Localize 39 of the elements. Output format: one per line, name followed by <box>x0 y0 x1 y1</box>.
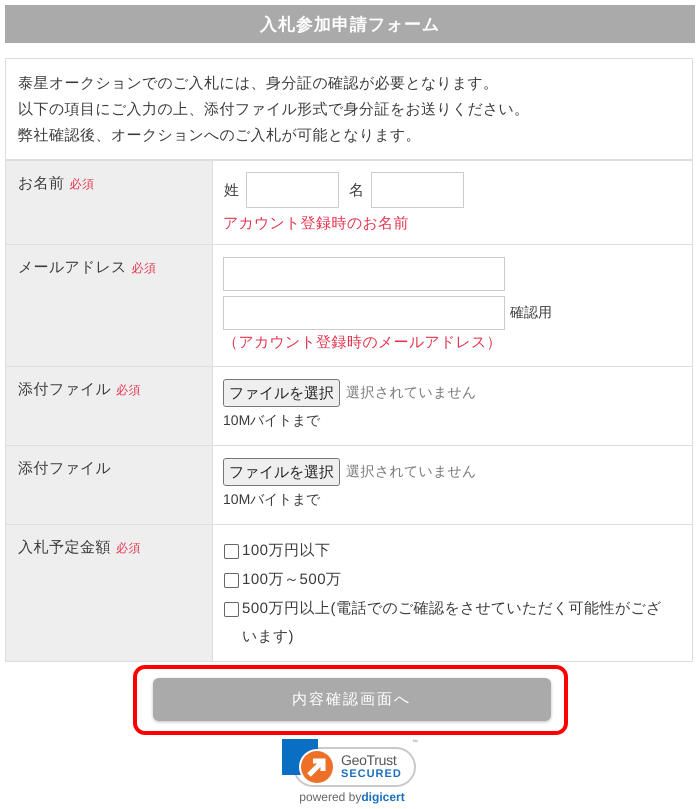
file-select-button[interactable]: ファイルを選択 <box>223 379 340 407</box>
seal-status-text: SECURED <box>341 768 403 781</box>
field-label: 添付ファイル <box>18 381 111 398</box>
option-label: 500万円以上(電話でのご確認をさせていただく可能性がございます) <box>242 599 663 647</box>
seal-emblem-icon <box>282 739 335 785</box>
field-label: 入札予定金額 <box>18 539 111 556</box>
intro-text: 以下の項目にご入力の上、添付ファイル形式で身分証をお送りください。 <box>18 100 530 120</box>
file-select-button[interactable]: ファイルを選択 <box>223 458 340 486</box>
field-label: メールアドレス <box>18 259 126 276</box>
checkbox[interactable] <box>224 602 239 617</box>
checkbox[interactable] <box>224 573 239 588</box>
file-status-text: 選択されていません <box>346 384 476 402</box>
email-input-field[interactable] <box>223 257 505 291</box>
file-status-text: 選択されていません <box>346 463 476 481</box>
required-mark: 必須 <box>116 541 141 555</box>
required-mark: 必須 <box>132 261 156 275</box>
confirm-label: 確認用 <box>510 304 552 322</box>
name-part-label: 名 <box>349 180 364 200</box>
powered-by-text: powered by <box>299 790 362 804</box>
hint-text: （アカウント登録時のメールアドレス） <box>223 333 503 353</box>
field-label: 添付ファイル <box>18 460 111 477</box>
required-mark: 必須 <box>116 383 141 397</box>
form-title: 入札参加申請フォーム <box>5 5 695 43</box>
file-size-note: 10Mバイトまで <box>223 490 322 509</box>
option-label: 100万～500万 <box>242 570 343 590</box>
file-size-note: 10Mバイトまで <box>223 411 322 430</box>
field-label: お名前 <box>18 175 64 192</box>
email-confirm-field[interactable] <box>223 296 505 330</box>
intro-text: 泰星オークションでのご入札には、身分証の確認が必要となります。 <box>18 74 500 94</box>
option-label: 100万円以下 <box>242 541 332 561</box>
vendor-logo-text: digicert <box>361 790 405 804</box>
name-input-field[interactable] <box>371 172 464 208</box>
checkbox[interactable] <box>224 544 239 559</box>
intro-text: 弊社確認後、オークションへのご入札が可能となります。 <box>18 126 422 146</box>
required-mark: 必須 <box>70 177 94 191</box>
name-part-label: 姓 <box>224 180 239 200</box>
hint-text: アカウント登録時のお名前 <box>223 214 410 234</box>
name-input-field[interactable] <box>246 172 339 208</box>
seal-brand-text: GeoTrust <box>341 753 398 768</box>
